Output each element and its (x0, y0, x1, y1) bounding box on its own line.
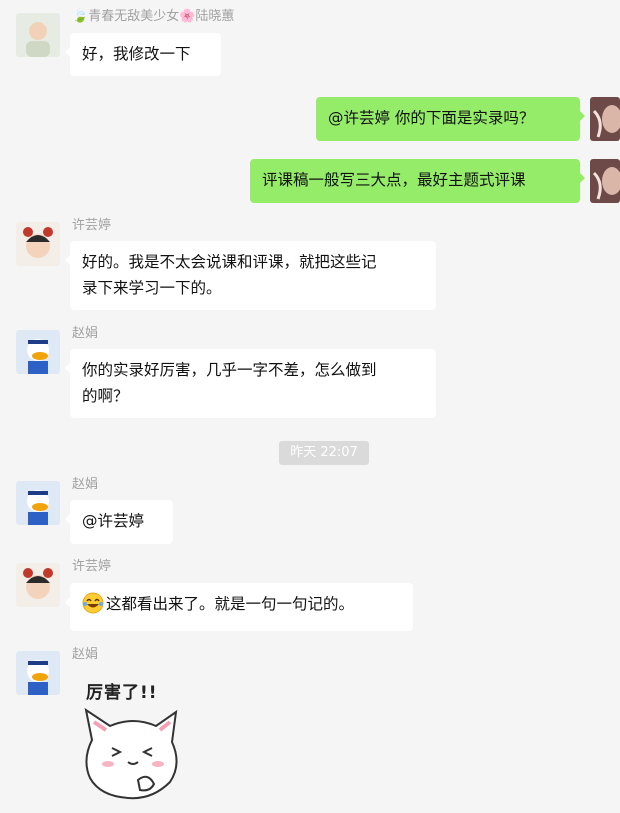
avatar-self[interactable] (590, 97, 620, 141)
sender-name: 赵娟 (72, 326, 99, 341)
message-bubble[interactable]: @许芸婷 (65, 500, 173, 544)
avatar-self[interactable] (590, 159, 620, 203)
message-bubble[interactable]: 这都看出来了。就是一句一句记的。 (65, 583, 413, 631)
sender-name: 赵娟 (72, 647, 99, 662)
avatar-girl[interactable] (16, 563, 60, 607)
sender-name: 许芸婷 (72, 218, 112, 233)
message-bubble-sent[interactable]: 评课稿一般写三大点，最好主题式评课 (250, 159, 585, 203)
leaf-icon: 🍃 (72, 9, 89, 24)
cat-sticker[interactable] (78, 700, 188, 804)
avatar-donald-duck[interactable] (16, 651, 60, 695)
message-bubble[interactable]: 你的实录好厉害，几乎一字不差，怎么做到 的啊？ (65, 349, 436, 418)
avatar-donald-duck[interactable] (16, 330, 60, 374)
avatar-donald-duck[interactable] (16, 481, 60, 525)
timestamp: 昨天 22:07 (279, 441, 369, 465)
avatar-girl[interactable] (16, 222, 60, 266)
avatar-baby[interactable] (16, 13, 60, 57)
message-bubble[interactable]: 好的。我是不太会说课和评课，就把这些记 录下来学习一下的。 (65, 241, 436, 310)
laughing-tears-emoji (82, 592, 104, 614)
sender-name: 赵娟 (72, 477, 99, 492)
sender-name: 🍃青春无敌美少女🌸陆晓蕙 (72, 9, 235, 24)
message-bubble-sent[interactable]: @许芸婷 你的下面是实录吗？ (316, 97, 585, 141)
flower-icon: 🌸 (179, 9, 196, 24)
sender-name: 许芸婷 (72, 559, 112, 574)
message-bubble[interactable]: 好，我修改一下 (65, 33, 221, 76)
